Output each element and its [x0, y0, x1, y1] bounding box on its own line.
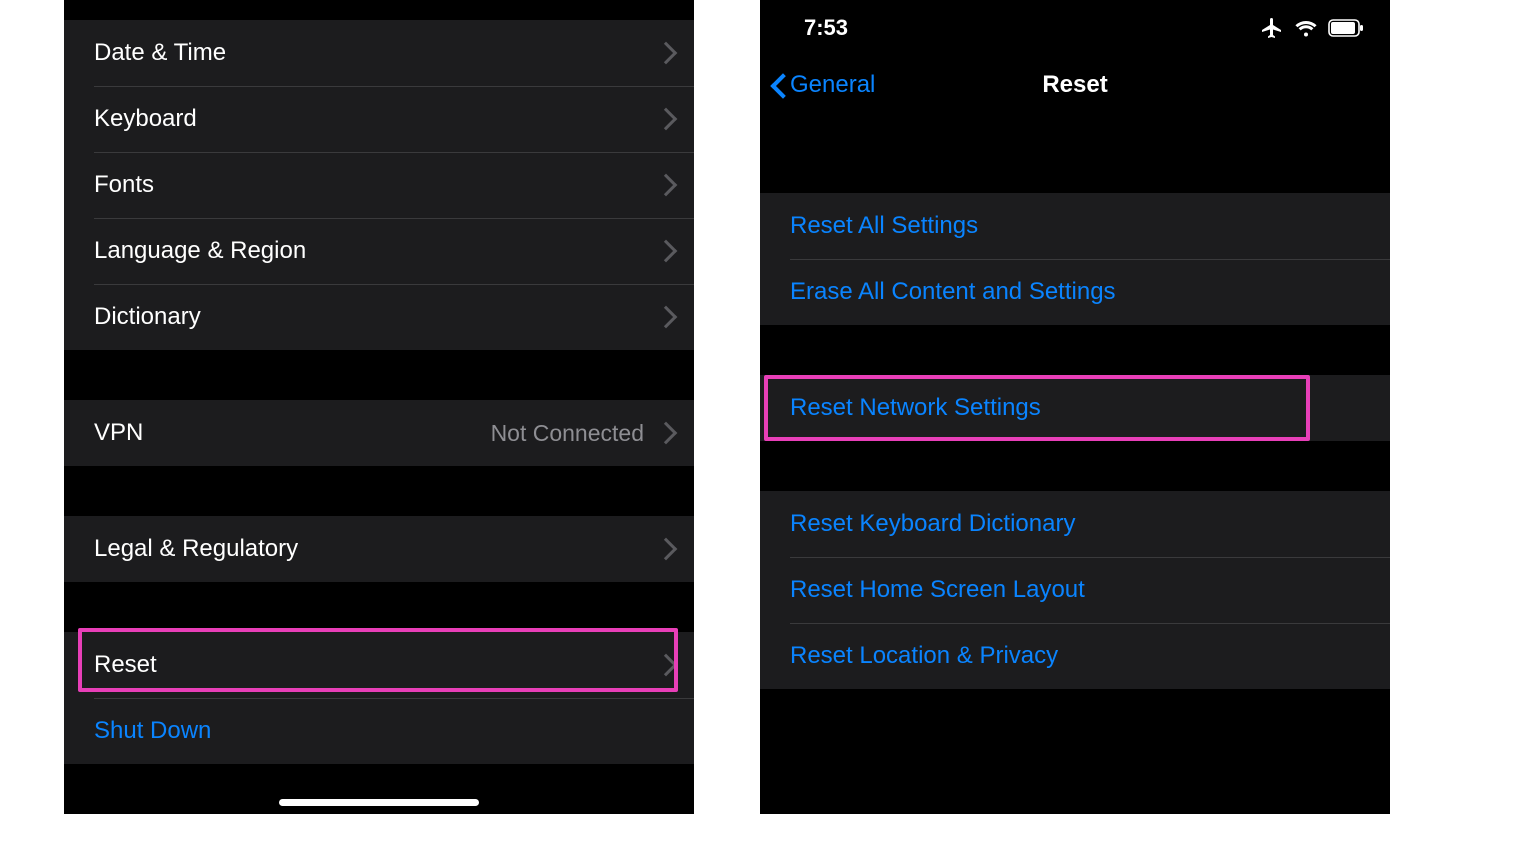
row-label: Shut Down	[94, 717, 672, 745]
row-label: Reset Keyboard Dictionary	[790, 510, 1368, 538]
nav-back-label: General	[790, 71, 875, 99]
airplane-mode-icon	[1260, 16, 1284, 40]
row-language-region[interactable]: Language & Region	[64, 218, 694, 284]
row-fonts[interactable]: Fonts	[64, 152, 694, 218]
row-reset-home-screen-layout[interactable]: Reset Home Screen Layout	[760, 557, 1390, 623]
row-label: Keyboard	[94, 105, 658, 133]
nav-back-button[interactable]: General	[768, 70, 875, 100]
home-indicator[interactable]	[279, 799, 479, 806]
nav-title: Reset	[1042, 71, 1107, 99]
row-label: Reset Home Screen Layout	[790, 576, 1368, 604]
row-label: Reset	[94, 651, 658, 679]
group-reset-shutdown: Reset Shut Down	[64, 632, 694, 764]
chevron-left-icon	[768, 70, 786, 100]
row-label: Erase All Content and Settings	[790, 278, 1368, 306]
group-vpn: VPN Not Connected	[64, 400, 694, 466]
row-shutdown[interactable]: Shut Down	[64, 698, 694, 764]
row-legal-regulatory[interactable]: Legal & Regulatory	[64, 516, 694, 582]
general-settings-screen: Date & Time Keyboard Fonts Language & Re…	[64, 0, 694, 814]
row-erase-all-content[interactable]: Erase All Content and Settings	[760, 259, 1390, 325]
row-dictionary[interactable]: Dictionary	[64, 284, 694, 350]
row-label: Fonts	[94, 171, 658, 199]
row-label: Dictionary	[94, 303, 658, 331]
group-general-1: Date & Time Keyboard Fonts Language & Re…	[64, 20, 694, 350]
row-reset[interactable]: Reset	[64, 632, 694, 698]
row-date-time[interactable]: Date & Time	[64, 20, 694, 86]
row-keyboard[interactable]: Keyboard	[64, 86, 694, 152]
row-label: Reset Network Settings	[790, 394, 1368, 422]
battery-icon	[1328, 19, 1364, 37]
row-vpn[interactable]: VPN Not Connected	[64, 400, 694, 466]
row-label: Reset Location & Privacy	[790, 642, 1368, 670]
row-label: Legal & Regulatory	[94, 535, 658, 563]
status-time: 7:53	[804, 15, 848, 41]
chevron-right-icon	[658, 173, 672, 197]
chevron-right-icon	[658, 653, 672, 677]
chevron-right-icon	[658, 41, 672, 65]
row-reset-keyboard-dictionary[interactable]: Reset Keyboard Dictionary	[760, 491, 1390, 557]
chevron-right-icon	[658, 107, 672, 131]
row-detail-vpn-status: Not Connected	[491, 420, 644, 447]
row-label: Reset All Settings	[790, 212, 1368, 240]
row-label: Language & Region	[94, 237, 658, 265]
chevron-right-icon	[658, 305, 672, 329]
group-legal: Legal & Regulatory	[64, 516, 694, 582]
chevron-right-icon	[658, 239, 672, 263]
row-label: Date & Time	[94, 39, 658, 67]
status-bar: 7:53	[760, 0, 1390, 55]
row-reset-location-privacy[interactable]: Reset Location & Privacy	[760, 623, 1390, 689]
row-reset-network-settings[interactable]: Reset Network Settings	[760, 375, 1390, 441]
chevron-right-icon	[658, 537, 672, 561]
chevron-right-icon	[658, 421, 672, 445]
nav-bar: General Reset	[760, 55, 1390, 115]
reset-settings-screen: 7:53 Ge	[760, 0, 1390, 814]
wifi-icon	[1294, 18, 1318, 38]
group-reset-top: Reset All Settings Erase All Content and…	[760, 193, 1390, 325]
group-reset-other: Reset Keyboard Dictionary Reset Home Scr…	[760, 491, 1390, 689]
row-reset-all-settings[interactable]: Reset All Settings	[760, 193, 1390, 259]
row-label: VPN	[94, 419, 491, 447]
group-reset-network: Reset Network Settings	[760, 375, 1390, 441]
